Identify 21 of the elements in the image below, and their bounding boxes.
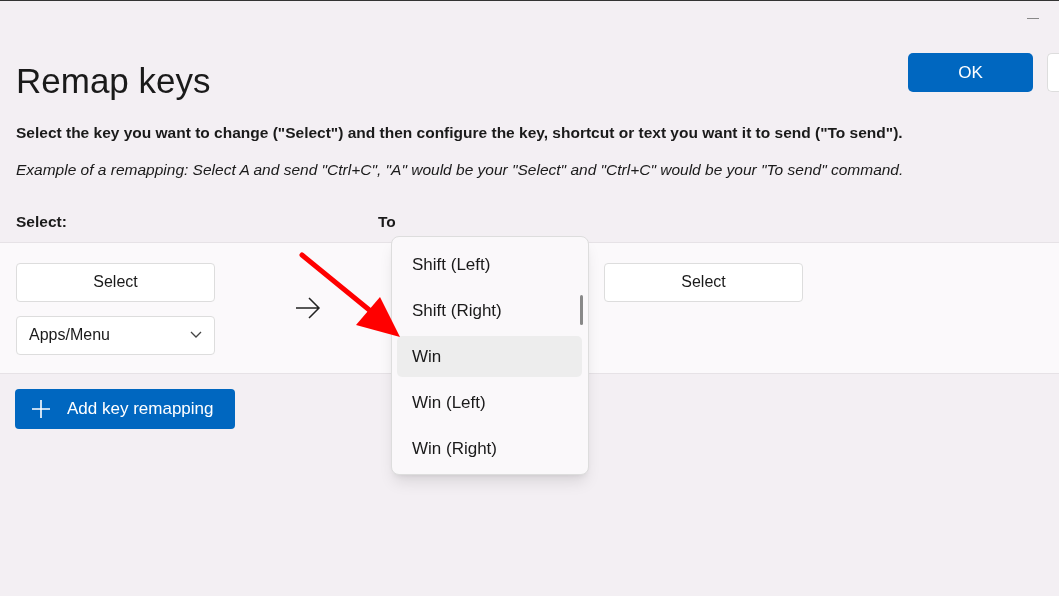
example-text: Example of a remapping: Select A and send "Ctrl+C", "A" would be your "Select" and "Ctrl+C" would be your "To send" command.: [15, 160, 905, 181]
minimize-icon[interactable]: [1027, 18, 1039, 19]
dropdown-item[interactable]: Shift (Right): [397, 290, 582, 331]
select-button[interactable]: Select: [604, 262, 803, 302]
column-header: Select:: [16, 211, 68, 232]
dropdown-item[interactable]: Win: [397, 336, 582, 377]
dropdown-item[interactable]: Win (Left): [397, 382, 582, 423]
arrow-right-icon: [295, 296, 321, 319]
chevron-down-icon: [190, 331, 202, 339]
cancel-button[interactable]: [1047, 53, 1059, 92]
window-title: Remap keys: [16, 60, 212, 102]
key-dropdown[interactable]: Apps/Menu: [16, 315, 215, 355]
column-header: To: [378, 211, 396, 232]
scrollbar-thumb[interactable]: [580, 295, 583, 325]
dropdown-item[interactable]: Shift (Left): [397, 244, 582, 285]
select-button[interactable]: Select: [16, 262, 215, 302]
ok-button[interactable]: OK: [908, 53, 1033, 92]
plus-icon: [31, 398, 51, 419]
instructions-text: Select the key you want to change ("Select") and then configure the key, shortcut or text you want it to send ("To send").: [15, 123, 904, 143]
add-key-remapping-button[interactable]: Add key remapping: [15, 388, 235, 429]
dropdown-item[interactable]: Win (Right): [397, 428, 582, 469]
